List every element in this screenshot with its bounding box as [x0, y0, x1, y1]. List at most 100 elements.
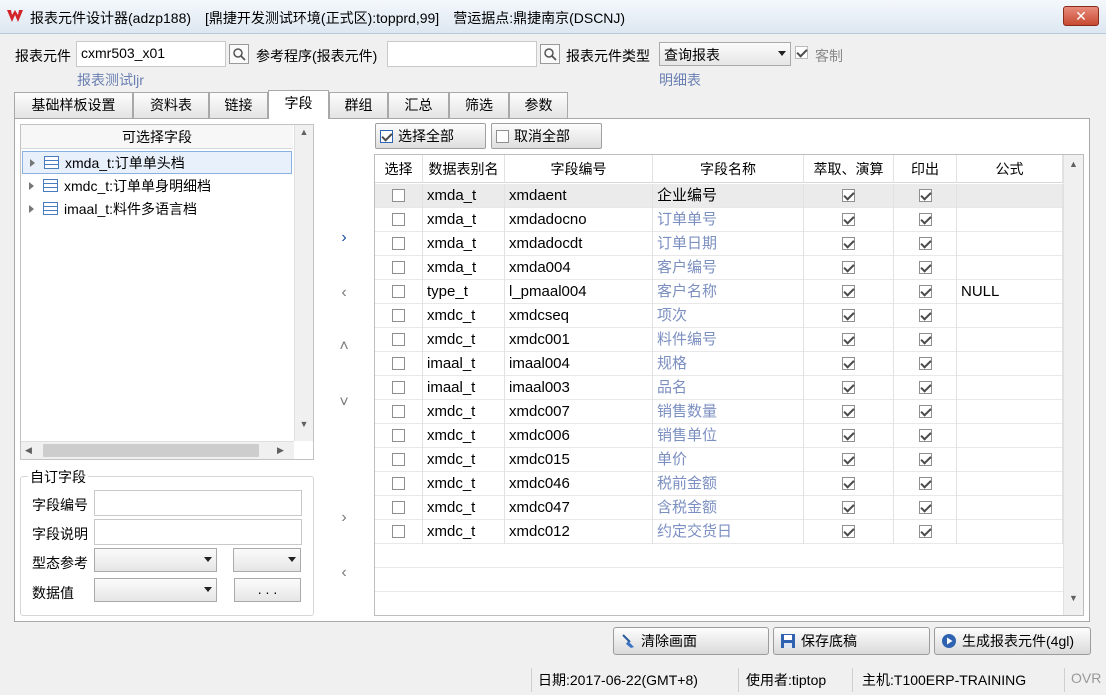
extract-checkbox[interactable]: [804, 256, 894, 280]
table-row[interactable]: xmdc_t xmdcseq 项次: [375, 304, 1063, 328]
expand-icon[interactable]: [30, 159, 35, 167]
select-checkbox[interactable]: [375, 304, 423, 328]
select-checkbox[interactable]: [375, 208, 423, 232]
table-row-empty[interactable]: [375, 544, 1063, 568]
tab-fields[interactable]: 字段: [268, 90, 329, 119]
cell-formula[interactable]: [957, 400, 1063, 424]
cell-formula[interactable]: [957, 304, 1063, 328]
move-left-icon[interactable]: ‹: [334, 284, 354, 302]
cell-name[interactable]: 销售数量: [653, 400, 804, 424]
cell-alias[interactable]: xmdc_t: [423, 424, 505, 448]
cell-name[interactable]: 客户编号: [653, 256, 804, 280]
cell-field[interactable]: l_pmaal004: [505, 280, 653, 304]
cell-field[interactable]: xmdadocdt: [505, 232, 653, 256]
cell-alias[interactable]: xmdc_t: [423, 448, 505, 472]
scroll-thumb[interactable]: [43, 444, 259, 457]
tree-vertical-scrollbar[interactable]: ▲ ▼: [294, 125, 313, 441]
scroll-down-icon[interactable]: ▼: [1064, 593, 1083, 603]
scroll-left-icon[interactable]: ◀: [25, 445, 32, 456]
cell-alias[interactable]: xmda_t: [423, 232, 505, 256]
column-header-alias[interactable]: 数据表别名: [423, 155, 505, 183]
cell-formula[interactable]: [957, 376, 1063, 400]
cell-alias[interactable]: xmda_t: [423, 184, 505, 208]
extract-checkbox[interactable]: [804, 448, 894, 472]
cell-formula[interactable]: [957, 496, 1063, 520]
column-header-select[interactable]: 选择: [375, 155, 423, 183]
move-down-icon[interactable]: ˅: [334, 394, 354, 412]
select-checkbox[interactable]: [375, 424, 423, 448]
close-button[interactable]: ✕: [1063, 6, 1099, 26]
table-row[interactable]: xmdc_t xmdc012 约定交货日: [375, 520, 1063, 544]
tree-horizontal-scrollbar[interactable]: ◀ ▶: [21, 441, 294, 459]
table-row-empty[interactable]: [375, 568, 1063, 592]
scroll-down-icon[interactable]: ▼: [295, 419, 313, 429]
cell-formula[interactable]: [957, 520, 1063, 544]
cell-name[interactable]: 客户名称: [653, 280, 804, 304]
table-row[interactable]: imaal_t imaal003 品名: [375, 376, 1063, 400]
select-checkbox[interactable]: [375, 352, 423, 376]
cell-alias[interactable]: imaal_t: [423, 352, 505, 376]
tree-item-xmda[interactable]: xmda_t:订单单头档: [22, 151, 292, 174]
cell-alias[interactable]: xmdc_t: [423, 496, 505, 520]
table-row[interactable]: imaal_t imaal004 规格: [375, 352, 1063, 376]
extract-checkbox[interactable]: [804, 520, 894, 544]
cell-formula[interactable]: [957, 424, 1063, 448]
extract-checkbox[interactable]: [804, 328, 894, 352]
type-select[interactable]: 查询报表: [659, 42, 791, 66]
cell-name[interactable]: 含税金额: [653, 496, 804, 520]
data-value-browse-button[interactable]: . . .: [234, 578, 301, 602]
ref-program-search-button[interactable]: [540, 44, 560, 64]
column-header-extract[interactable]: 萃取、演算: [804, 155, 894, 183]
cell-name[interactable]: 料件编号: [653, 328, 804, 352]
cell-name[interactable]: 企业编号: [653, 184, 804, 208]
cell-formula[interactable]: [957, 208, 1063, 232]
tree-item-imaal[interactable]: imaal_t:料件多语言档: [22, 198, 292, 221]
cell-name[interactable]: 税前金额: [653, 472, 804, 496]
cell-field[interactable]: xmda004: [505, 256, 653, 280]
cell-field[interactable]: xmdc047: [505, 496, 653, 520]
clear-screen-button[interactable]: 清除画面: [613, 627, 769, 655]
table-row[interactable]: xmdc_t xmdc015 单价: [375, 448, 1063, 472]
cell-name[interactable]: 销售单位: [653, 424, 804, 448]
table-row[interactable]: xmdc_t xmdc007 销售数量: [375, 400, 1063, 424]
cell-alias[interactable]: xmda_t: [423, 208, 505, 232]
cell-field[interactable]: xmdaent: [505, 184, 653, 208]
extract-checkbox[interactable]: [804, 496, 894, 520]
cell-alias[interactable]: xmdc_t: [423, 328, 505, 352]
table-row-empty[interactable]: [375, 592, 1063, 614]
cell-alias[interactable]: imaal_t: [423, 376, 505, 400]
cell-field[interactable]: xmdadocno: [505, 208, 653, 232]
select-checkbox[interactable]: [375, 256, 423, 280]
select-checkbox[interactable]: [375, 376, 423, 400]
column-header-print[interactable]: 印出: [894, 155, 957, 183]
tab-filter[interactable]: 筛选: [449, 92, 509, 118]
print-checkbox[interactable]: [894, 280, 957, 304]
table-row[interactable]: xmda_t xmdaent 企业编号: [375, 184, 1063, 208]
table-row[interactable]: xmda_t xmdadocdt 订单日期: [375, 232, 1063, 256]
cell-alias[interactable]: xmdc_t: [423, 304, 505, 328]
select-checkbox[interactable]: [375, 184, 423, 208]
print-checkbox[interactable]: [894, 352, 957, 376]
extract-checkbox[interactable]: [804, 232, 894, 256]
field-no-input[interactable]: [94, 490, 302, 516]
cell-name[interactable]: 项次: [653, 304, 804, 328]
table-row[interactable]: xmdc_t xmdc006 销售单位: [375, 424, 1063, 448]
extract-checkbox[interactable]: [804, 304, 894, 328]
table-row[interactable]: xmdc_t xmdc047 含税金额: [375, 496, 1063, 520]
move-right-icon[interactable]: ›: [334, 229, 354, 247]
tab-template[interactable]: 基础样板设置: [14, 92, 133, 118]
field-desc-input[interactable]: [94, 519, 302, 545]
scroll-right-icon[interactable]: ▶: [277, 445, 284, 456]
cell-formula[interactable]: [957, 184, 1063, 208]
cell-field[interactable]: xmdc015: [505, 448, 653, 472]
select-checkbox[interactable]: [375, 232, 423, 256]
generate-report-button[interactable]: 生成报表元件(4gl): [934, 627, 1091, 655]
select-checkbox[interactable]: [375, 400, 423, 424]
select-checkbox[interactable]: [375, 448, 423, 472]
select-checkbox[interactable]: [375, 472, 423, 496]
scroll-up-icon[interactable]: ▲: [295, 127, 313, 137]
table-row[interactable]: type_t l_pmaal004 客户名称 NULL: [375, 280, 1063, 304]
print-checkbox[interactable]: [894, 232, 957, 256]
element-search-button[interactable]: [229, 44, 249, 64]
table-row[interactable]: xmdc_t xmdc001 料件编号: [375, 328, 1063, 352]
